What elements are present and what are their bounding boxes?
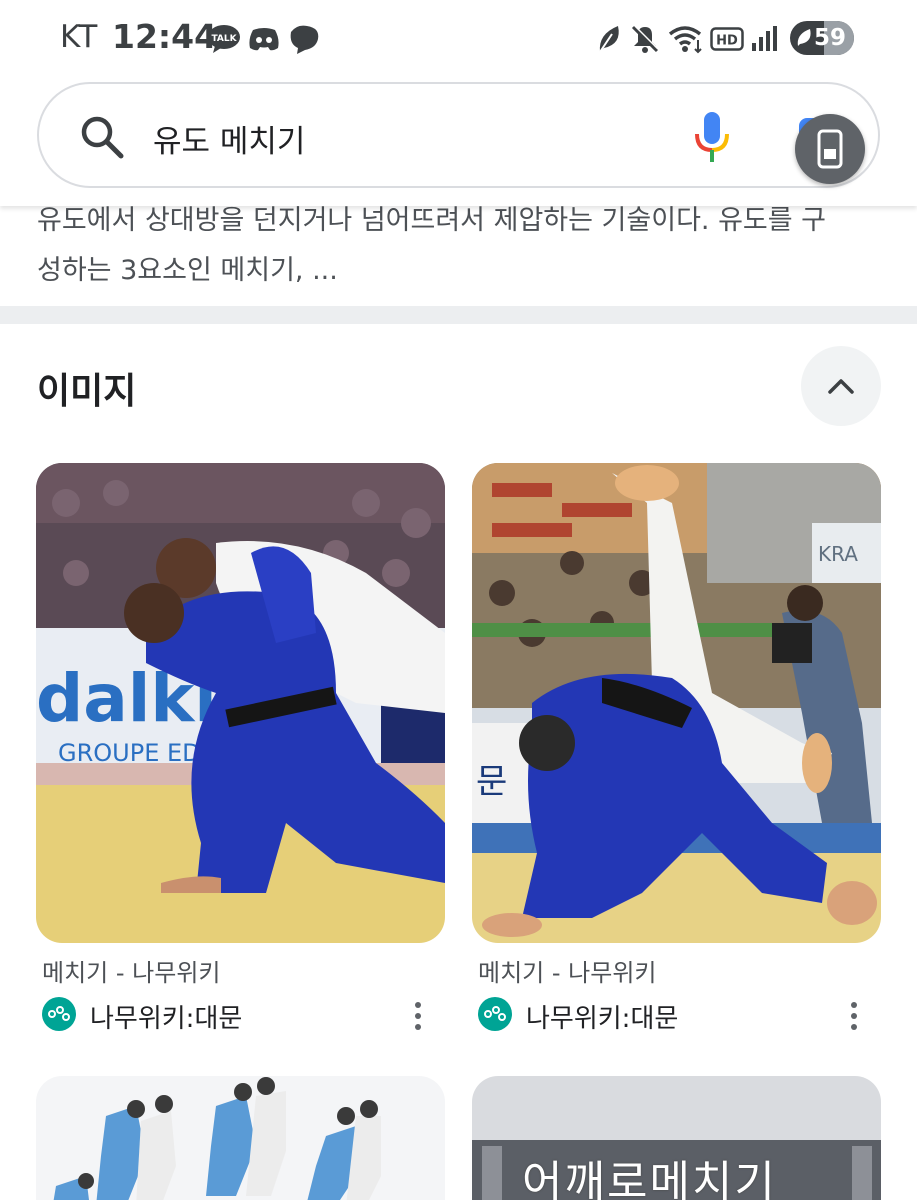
leaf-icon xyxy=(596,22,622,56)
phone-icon xyxy=(817,129,843,169)
carrier-label: KT xyxy=(60,19,98,55)
more-options-icon[interactable] xyxy=(844,999,864,1033)
result-snippet: 유도에서 상대방을 던지거나 넘어뜨려서 제압하는 기술이다. 유도를 구 성하… xyxy=(37,196,887,296)
mute-icon xyxy=(630,22,660,56)
battery-indicator: 59 xyxy=(790,21,854,55)
svg-text:HD: HD xyxy=(716,34,738,49)
search-bar[interactable]: 유도 메치기 xyxy=(37,82,880,188)
svg-text:GROUPE EDF: GROUPE EDF xyxy=(58,739,214,767)
microphone-icon[interactable] xyxy=(694,112,730,164)
collapse-button[interactable] xyxy=(801,346,881,426)
image-thumbnail[interactable] xyxy=(36,1076,445,1200)
image-sign-text: 어깨로메치기 xyxy=(522,1157,777,1200)
chevron-up-icon xyxy=(828,379,854,394)
status-bar: KT 12:44 TALK HD 59 xyxy=(0,0,917,78)
floating-phone-button[interactable] xyxy=(795,114,865,184)
images-section-title: 이미지 xyxy=(37,371,137,412)
namuwiki-logo-icon xyxy=(42,997,76,1031)
section-divider xyxy=(0,306,917,324)
status-clock: 12:44 xyxy=(112,17,218,56)
svg-text:문: 문 xyxy=(476,762,507,802)
more-options-icon[interactable] xyxy=(408,999,428,1033)
namuwiki-logo-icon xyxy=(478,997,512,1031)
svg-text:KRA: KRA xyxy=(818,542,858,566)
image-title[interactable]: 메치기 - 나무위키 xyxy=(42,953,220,988)
svg-text:TALK: TALK xyxy=(211,34,237,44)
image-thumbnail[interactable]: 어깨로메치기 xyxy=(472,1076,881,1200)
leaf-icon xyxy=(797,29,811,46)
image-source[interactable]: 나무위키:대문 xyxy=(90,998,242,1035)
image-result-card[interactable]: dalkia GROUPE EDF 메치기 - 나무위키 나무위키:대문 xyxy=(36,463,445,1063)
wifi-icon xyxy=(668,22,706,56)
line-chat-icon xyxy=(287,22,321,56)
search-header: 유도 메치기 xyxy=(0,78,917,206)
image-thumbnail[interactable]: dalkia GROUPE EDF xyxy=(36,463,445,943)
kakaotalk-icon: TALK xyxy=(207,22,241,56)
hd-icon: HD xyxy=(710,22,744,56)
image-source[interactable]: 나무위키:대문 xyxy=(526,998,678,1035)
image-title[interactable]: 메치기 - 나무위키 xyxy=(478,953,656,988)
search-input[interactable]: 유도 메치기 xyxy=(153,116,305,161)
signal-icon xyxy=(750,22,778,56)
battery-level: 59 xyxy=(814,25,847,51)
discord-icon xyxy=(248,22,280,56)
image-thumbnail[interactable]: KRA 문 xyxy=(472,463,881,943)
image-result-card[interactable]: KRA 문 메치기 - 나무위키 나무위키:대문 xyxy=(472,463,881,1063)
snippet-line: 성하는 3요소인 메치기, ... xyxy=(37,255,338,286)
search-icon[interactable] xyxy=(79,114,125,160)
